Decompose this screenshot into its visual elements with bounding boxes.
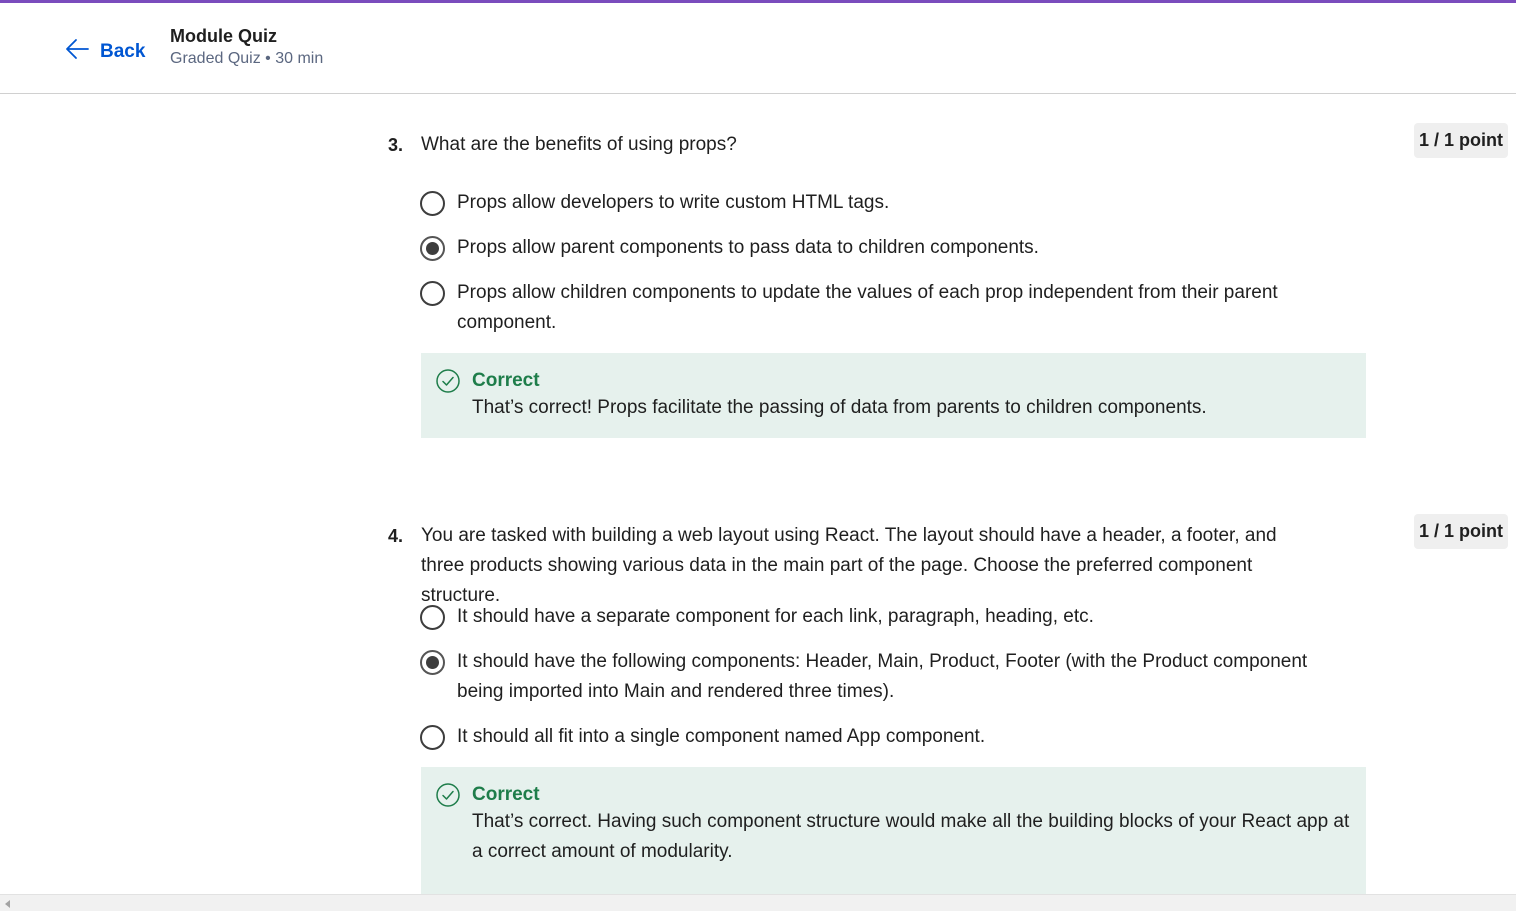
feedback-panel: Correct That’s correct. Having such comp… bbox=[421, 767, 1366, 894]
question-text: What are the benefits of using props? bbox=[421, 134, 737, 155]
option-label: Props allow parent components to pass da… bbox=[457, 237, 1039, 258]
radio-button[interactable] bbox=[420, 605, 445, 630]
answer-option[interactable]: Props allow parent components to pass da… bbox=[420, 233, 1320, 263]
feedback-panel: Correct That’s correct! Props facilitate… bbox=[421, 353, 1366, 438]
check-circle-icon bbox=[436, 783, 460, 807]
answer-option[interactable]: It should have a separate component for … bbox=[420, 602, 1320, 632]
page-subtitle: Graded Quiz • 30 min bbox=[170, 50, 324, 67]
radio-button-selected[interactable] bbox=[420, 650, 445, 675]
answer-option[interactable]: Props allow children components to updat… bbox=[420, 278, 1300, 338]
scroll-left-arrow-icon[interactable] bbox=[5, 900, 10, 908]
question-number: 3. bbox=[388, 135, 404, 155]
back-label: Back bbox=[100, 40, 146, 62]
quiz-header: Back Module Quiz Graded Quiz • 30 min bbox=[0, 3, 1516, 94]
feedback-title: Correct bbox=[472, 784, 540, 805]
answer-option[interactable]: It should all fit into a single componen… bbox=[420, 722, 1320, 752]
radio-button[interactable] bbox=[420, 191, 445, 216]
points-badge: 1 / 1 point bbox=[1413, 123, 1508, 158]
option-label: Props allow children components to updat… bbox=[457, 282, 1278, 333]
page-title: Module Quiz bbox=[170, 26, 277, 46]
radio-button[interactable] bbox=[420, 725, 445, 750]
question-text: You are tasked with building a web layou… bbox=[421, 525, 1277, 606]
arrow-left-icon bbox=[64, 36, 90, 67]
feedback-text: That’s correct. Having such component st… bbox=[472, 811, 1350, 862]
option-label: It should all fit into a single componen… bbox=[457, 726, 986, 747]
title-block: Module Quiz Graded Quiz • 30 min bbox=[170, 24, 323, 70]
back-button[interactable]: Back bbox=[64, 36, 145, 67]
radio-button-selected[interactable] bbox=[420, 236, 445, 261]
question-number: 4. bbox=[388, 526, 404, 546]
points-badge: 1 / 1 point bbox=[1413, 514, 1508, 549]
check-circle-icon bbox=[436, 369, 460, 393]
answer-option[interactable]: It should have the following components:… bbox=[420, 647, 1320, 707]
feedback-title: Correct bbox=[472, 370, 540, 391]
option-label: Props allow developers to write custom H… bbox=[457, 192, 890, 213]
option-label: It should have the following components:… bbox=[457, 651, 1308, 702]
horizontal-scrollbar[interactable] bbox=[0, 894, 1516, 911]
option-label: It should have a separate component for … bbox=[457, 606, 1094, 627]
radio-button[interactable] bbox=[420, 281, 445, 306]
feedback-text: That’s correct! Props facilitate the pas… bbox=[472, 397, 1207, 418]
answer-option[interactable]: Props allow developers to write custom H… bbox=[420, 188, 1320, 218]
